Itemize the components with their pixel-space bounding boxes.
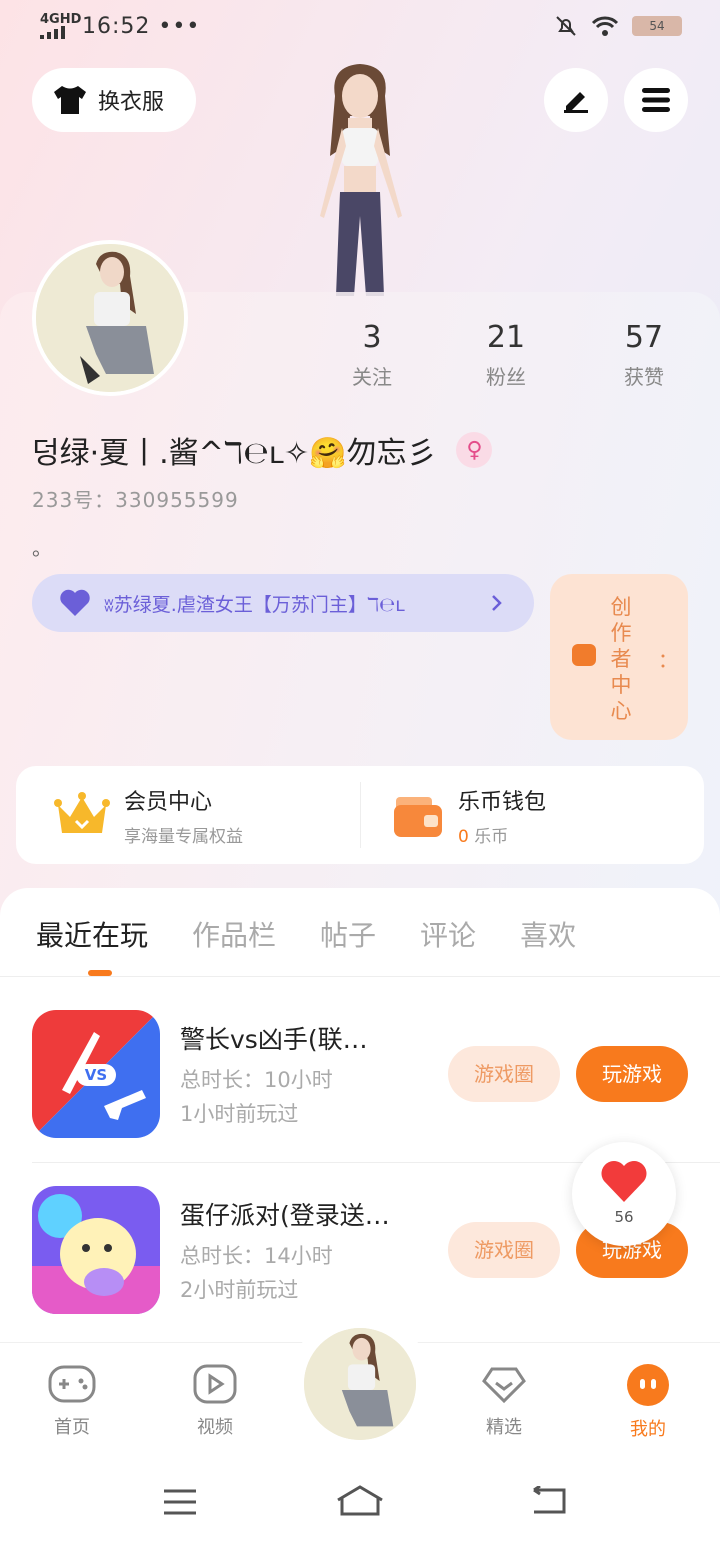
user-id[interactable]: 233号：330955599 xyxy=(32,484,239,513)
edit-pen-icon xyxy=(564,92,588,113)
wifi-icon xyxy=(591,16,619,36)
menu-button[interactable] xyxy=(624,68,688,132)
floating-like-button[interactable]: 56 xyxy=(572,1142,676,1246)
member-center-title: 会员中心 xyxy=(124,790,213,815)
tab-works[interactable]: 作品栏 xyxy=(192,914,276,954)
list-item[interactable]: VS 警长vs凶手(联… 总时长：10小时 1小时前玩过 游戏圈 玩游戏 xyxy=(32,1010,688,1140)
creator-center-button[interactable]: 创作者中心 ： xyxy=(550,574,688,740)
member-center-subtitle: 享海量专属权益 xyxy=(124,827,243,847)
nickname-text: 덩绿·夏丨.酱^ℸ℮ʟ✧🤗勿忘彡 xyxy=(32,436,437,471)
game-icon-sheriff-vs-killer[interactable]: VS xyxy=(32,1010,160,1138)
game-circle-button[interactable]: 游戏圈 xyxy=(448,1222,560,1278)
profile-tabs: 最近在玩 作品栏 帖子 评论 喜欢 xyxy=(36,914,576,954)
followers-label: 粉丝 xyxy=(486,365,526,389)
game-duration: 总时长：14小时 xyxy=(180,1244,333,1268)
heart-icon xyxy=(601,1161,647,1202)
stat-likes[interactable]: 57 获赞 xyxy=(604,320,684,390)
system-nav-bar xyxy=(0,1450,720,1544)
likes-count: 57 xyxy=(624,320,664,355)
status-time: 16:52 ••• xyxy=(82,14,201,39)
profile-avatar[interactable] xyxy=(32,240,188,396)
bio[interactable]: 。 xyxy=(32,532,52,561)
creator-center-label: 创作者中心 xyxy=(610,595,632,723)
edit-profile-button[interactable] xyxy=(544,68,608,132)
tab-recent-played[interactable]: 最近在玩 xyxy=(36,914,148,954)
followers-count: 21 xyxy=(486,320,526,355)
gamepad-icon xyxy=(572,644,596,666)
chevron-right-icon xyxy=(492,595,502,611)
recent-apps-icon[interactable] xyxy=(162,1488,198,1516)
crown-icon xyxy=(54,791,110,833)
tab-posts[interactable]: 帖子 xyxy=(320,914,376,954)
svg-text:VS: VS xyxy=(85,1066,107,1084)
nav-mine-label: 我的 xyxy=(630,1419,666,1440)
change-outfit-label: 换衣服 xyxy=(98,90,165,115)
member-center[interactable]: 会员中心 享海量专属权益 xyxy=(54,784,243,847)
nav-home[interactable]: 首页 xyxy=(27,1363,117,1439)
game-circle-button[interactable]: 游戏圈 xyxy=(448,1046,560,1102)
play-game-button[interactable]: 玩游戏 xyxy=(576,1046,688,1102)
vip-wallet-row: 会员中心 享海量专属权益 乐币钱包 0 乐币 xyxy=(16,766,704,864)
heart-icon xyxy=(60,589,90,616)
status-bar: 4GHD 16:52 ••• 54 xyxy=(0,0,720,56)
network-type: 4GHD xyxy=(40,12,82,27)
following-label: 关注 xyxy=(352,365,392,389)
nav-featured-label: 精选 xyxy=(486,1417,522,1438)
signal-icon xyxy=(40,26,65,39)
tab-comments[interactable]: 评论 xyxy=(420,914,476,954)
battery-icon: 54 xyxy=(632,16,682,36)
game-last-played: 1小时前玩过 xyxy=(180,1102,299,1126)
creator-center-colon: ： xyxy=(658,648,678,672)
game-last-played: 2小时前玩过 xyxy=(180,1278,299,1302)
game-icon-eggy-party[interactable] xyxy=(32,1186,160,1314)
home-icon[interactable] xyxy=(336,1484,384,1516)
change-outfit-button[interactable]: 换衣服 xyxy=(32,68,196,132)
gamepad-icon xyxy=(48,1365,96,1403)
avatar-character-3d[interactable] xyxy=(280,56,440,296)
game-name: 警长vs凶手(联… xyxy=(180,1025,368,1054)
nav-video[interactable]: 视频 xyxy=(170,1363,260,1439)
nav-featured[interactable]: 精选 xyxy=(459,1363,549,1439)
like-count: 56 xyxy=(614,1208,634,1226)
following-count: 3 xyxy=(362,320,382,355)
nav-video-label: 视频 xyxy=(197,1417,233,1438)
back-icon[interactable] xyxy=(530,1486,568,1516)
nav-center-avatar[interactable] xyxy=(304,1328,416,1440)
game-name: 蛋仔派对(登录送… xyxy=(180,1201,390,1230)
nav-home-label: 首页 xyxy=(54,1417,90,1438)
female-gender-icon: ♀ xyxy=(456,432,493,468)
avatar-image xyxy=(304,1328,416,1440)
heart-gem-icon xyxy=(482,1367,526,1404)
guild-name: ʬ苏绿夏.虐渣女王【万苏门主】ℸ℮ʟ xyxy=(104,593,405,616)
guild-badge[interactable]: ʬ苏绿夏.虐渣女王【万苏门主】ℸ℮ʟ xyxy=(32,574,534,632)
likes-label: 获赞 xyxy=(624,365,664,389)
avatar-image xyxy=(36,244,184,392)
wallet-icon xyxy=(394,796,442,837)
mute-bell-icon xyxy=(556,16,576,36)
nav-mine[interactable]: 我的 xyxy=(603,1363,693,1441)
game-duration: 总时长：10小时 xyxy=(180,1068,333,1092)
wallet-title: 乐币钱包 xyxy=(458,790,547,815)
nickname: 덩绿·夏丨.酱^ℸ℮ʟ✧🤗勿忘彡 ♀ xyxy=(32,428,493,472)
stat-following[interactable]: 3 关注 xyxy=(332,320,412,390)
stat-followers[interactable]: 21 粉丝 xyxy=(466,320,546,390)
shirt-icon xyxy=(54,86,86,114)
video-play-icon xyxy=(193,1364,237,1404)
tab-likes[interactable]: 喜欢 xyxy=(520,914,576,954)
menu-icon xyxy=(642,88,670,112)
coin-wallet[interactable]: 乐币钱包 0 乐币 xyxy=(392,784,546,847)
wallet-balance: 0 乐币 xyxy=(458,827,509,847)
profile-face-icon xyxy=(627,1364,669,1406)
